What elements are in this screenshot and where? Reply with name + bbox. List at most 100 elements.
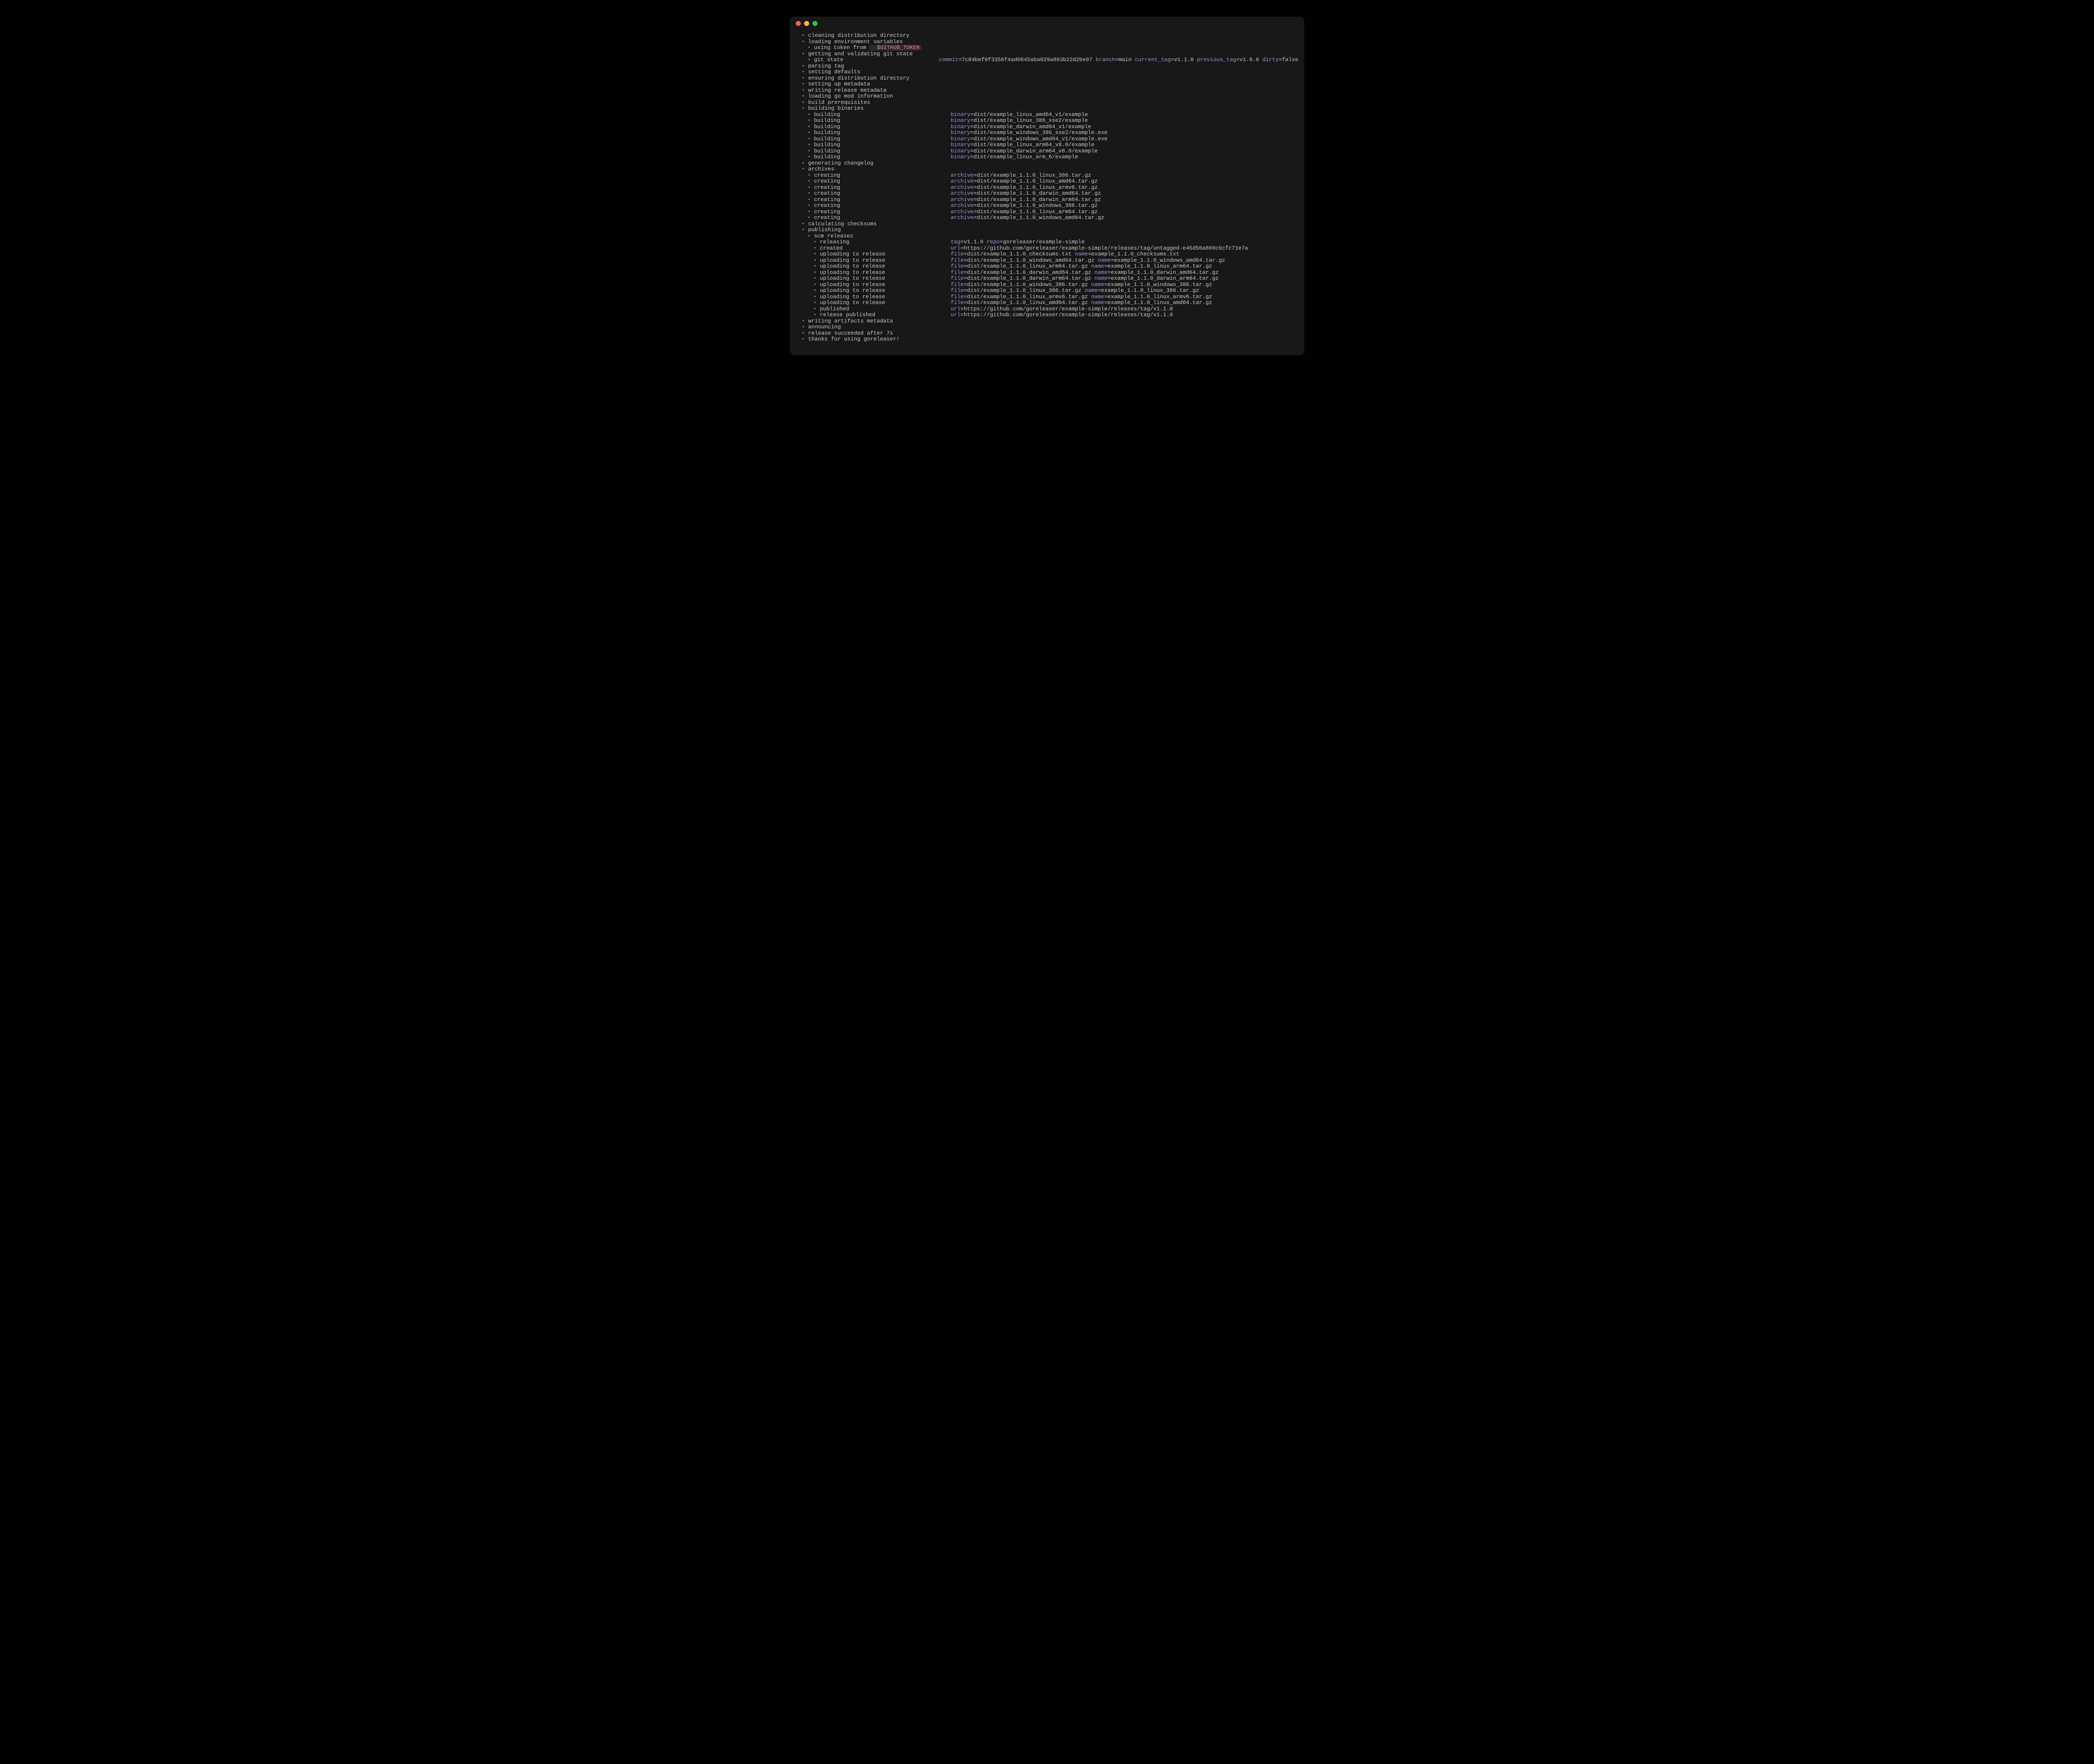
log-fields: binary=dist/example_windows_386_sse2/exa… [951,130,1107,136]
log-fields: file=dist/example_1.1.0_checksums.txt na… [951,251,1179,258]
field-key: archive [951,178,974,184]
field-key: name [1091,281,1104,288]
field-key: tag [951,239,960,245]
field-value: dist/example_linux_386_sse2/example [974,117,1088,124]
log-left: • creating [796,191,951,197]
field-equals: = [964,294,967,300]
log-line: • creatingarchive=dist/example_1.1.0_dar… [796,197,1298,203]
log-left: • building [796,154,951,160]
bullet-icon: • [802,75,808,81]
log-line: • buildingbinary=dist/example_windows_am… [796,136,1298,142]
bullet-icon: • [807,142,814,148]
field-key: dirty [1262,57,1279,63]
log-fields: file=dist/example_1.1.0_darwin_amd64.tar… [951,270,1219,276]
field-key: archive [951,214,974,221]
bullet-icon: • [813,245,820,251]
field-key: file [951,257,964,263]
field-value: 7c84bef9f3356f4ad0645aba029a893b22d2be07 [962,57,1092,63]
log-left: • announcing [796,324,951,330]
log-line: • createdurl=https://github.com/goreleas… [796,245,1298,252]
log-message: building [814,148,840,154]
window-titlebar [790,17,1304,30]
log-left: • published [796,306,951,312]
log-line: • uploading to releasefile=dist/example_… [796,282,1298,288]
bullet-icon: • [802,88,808,93]
field-equals: = [964,281,967,288]
bullet-icon: • [807,45,814,51]
log-fields: archive=dist/example_1.1.0_linux_amd64.t… [951,178,1098,185]
log-left: • uploading to release [796,263,951,270]
log-message: uploading to release [820,270,885,276]
field-key: archive [951,184,974,191]
bullet-icon: • [807,185,814,191]
field-equals: = [1000,239,1003,245]
log-left: • uploading to release [796,251,951,258]
close-icon[interactable] [796,21,801,26]
log-left: • generating changelog [796,160,951,167]
field-value: dist/example_1.1.0_darwin_arm64.tar.gz [967,275,1091,281]
log-left: • writing release metadata [796,88,951,94]
field-equals: = [970,136,974,142]
bullet-icon: • [802,63,808,69]
log-message: thanks for using goreleaser! [808,336,900,342]
log-message: uploading to release [820,263,885,269]
bullet-icon: • [813,258,820,263]
bullet-icon: • [802,100,808,106]
bullet-icon: • [802,318,808,324]
field-value: dist/example_linux_arm_6/example [974,154,1078,160]
log-fields: binary=dist/example_linux_amd64_v1/examp… [951,112,1088,118]
bullet-icon: • [813,288,820,294]
field-key: name [1075,251,1088,257]
log-fields: binary=dist/example_linux_386_sse2/examp… [951,118,1088,124]
bullet-icon: • [802,106,808,111]
log-line: • releasingtag=v1.1.0 repo=goreleaser/ex… [796,239,1298,245]
bullet-icon: • [802,330,808,336]
field-value: main [1119,57,1132,63]
field-key: commit [939,57,959,63]
log-left: • uploading to release [796,276,951,282]
field-equals: = [1088,251,1091,257]
field-equals: = [1104,299,1108,306]
bullet-icon: • [813,282,820,288]
log-line: • buildingbinary=dist/example_linux_amd6… [796,112,1298,118]
field-value: example_1.1.0_darwin_arm64.tar.gz [1111,275,1218,281]
log-left: • uploading to release [796,258,951,264]
log-left: • cleaning distribution directory [796,33,951,39]
log-line: • thanks for using goreleaser! [796,336,1298,343]
bullet-icon: • [807,57,814,63]
log-message: archives [808,166,834,172]
log-line: • buildingbinary=dist/example_windows_38… [796,130,1298,136]
log-message: loading go mod information [808,93,893,99]
field-key: archive [951,190,974,196]
field-value: example_1.1.0_linux_amd64.tar.gz [1108,299,1212,306]
env-var-token: $GITHUB_TOKEN [877,45,922,51]
zoom-icon[interactable] [812,21,817,26]
log-line: • creatingarchive=dist/example_1.1.0_lin… [796,178,1298,185]
field-key: branch [1096,57,1115,63]
log-line: • setting up metadata [796,81,1298,88]
field-value: dist/example_1.1.0_linux_386.tar.gz [977,172,1091,178]
log-fields: binary=dist/example_linux_arm_6/example [951,154,1078,160]
log-line: • creatingarchive=dist/example_1.1.0_win… [796,215,1298,221]
minimize-icon[interactable] [804,21,809,26]
bullet-icon: • [813,294,820,300]
log-fields: archive=dist/example_1.1.0_darwin_amd64.… [951,191,1101,197]
field-value: goreleaser/example-simple [1003,239,1085,245]
log-fields: file=dist/example_1.1.0_linux_386.tar.gz… [951,288,1199,294]
log-line: • writing release metadata [796,88,1298,94]
field-value: example_1.1.0_linux_arm64.tar.gz [1108,263,1212,269]
log-fields: url=https://github.com/goreleaser/exampl… [951,306,1173,312]
log-line: • buildingbinary=dist/example_darwin_amd… [796,124,1298,130]
bullet-icon: • [802,324,808,330]
log-fields: archive=dist/example_1.1.0_linux_armv6.t… [951,185,1098,191]
field-equals: = [964,299,967,306]
log-left: • archives [796,166,951,173]
field-equals: = [970,142,974,148]
bullet-icon: • [802,93,808,99]
log-left: • loading environment variables [796,39,951,45]
log-message: release published [820,312,876,318]
log-line: • building binaries [796,106,1298,112]
log-message: building [814,118,840,124]
field-key: file [951,287,964,294]
field-equals: = [1115,57,1119,63]
